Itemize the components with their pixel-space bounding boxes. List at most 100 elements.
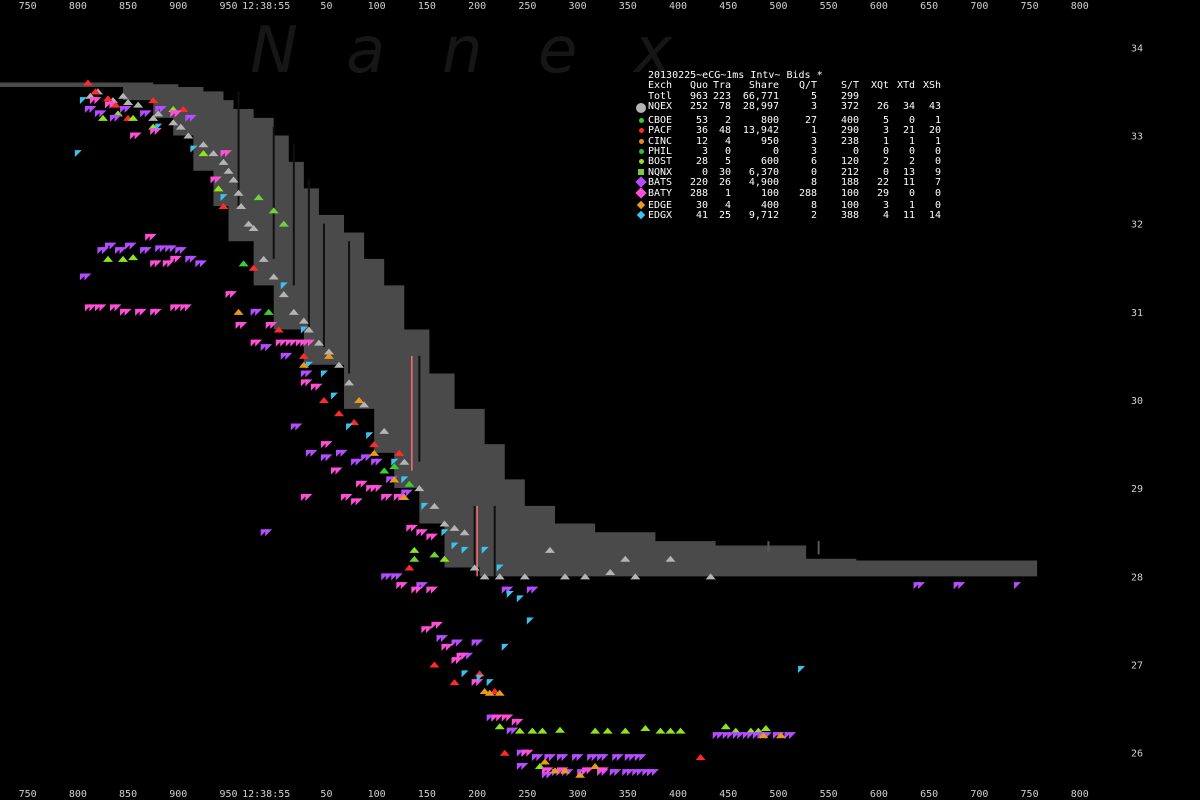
quote-mark <box>409 555 420 562</box>
quote-mark <box>409 546 420 553</box>
y-tick-label: 28 <box>1131 572 1143 583</box>
exchange-row-nqnx: NQNX 0 30 6,370 0 212 0 13 9 <box>634 167 941 178</box>
quote-mark <box>616 754 624 762</box>
exchange-symbol-icon <box>635 187 647 199</box>
quote-mark <box>265 344 273 352</box>
xtd-value: 11 <box>902 209 915 221</box>
quote-mark <box>590 762 601 769</box>
x-tick-label: 150 <box>418 789 436 800</box>
quote-mark <box>355 498 363 506</box>
x-tick-label: 650 <box>920 1 938 12</box>
quote-mark <box>521 762 529 770</box>
quote-mark <box>494 723 505 730</box>
xqt-value: 29 <box>876 188 889 200</box>
quote-mark <box>445 643 453 651</box>
x-tick-label: 800 <box>1071 789 1089 800</box>
share-count: 950 <box>760 135 779 147</box>
exchange-name: EDGX <box>648 209 673 221</box>
time-marker-label: 12:38:55 <box>242 1 290 12</box>
quote-mark <box>285 352 293 360</box>
x-tick-label: 450 <box>719 789 737 800</box>
quote-mark <box>576 754 584 762</box>
quote-mark <box>154 308 162 316</box>
y-tick-label: 30 <box>1131 396 1143 407</box>
quote-mark <box>305 494 313 501</box>
quote-per-trade: 288 <box>798 188 817 200</box>
exchange-symbol-icon <box>638 118 644 124</box>
quote-mark <box>395 573 403 581</box>
x-tick-label: 350 <box>619 789 637 800</box>
x-tick-label: 900 <box>169 1 187 12</box>
quote-mark <box>305 370 313 378</box>
exchange-rows: NQEX 252 78 28,997 3 372 26 34 43 CBOE 53 2 800 27 400… <box>634 100 941 221</box>
quote-mark <box>179 247 187 255</box>
quote-mark <box>174 255 182 263</box>
quote-mark <box>99 304 107 312</box>
header-xtd: XTd <box>896 80 915 92</box>
x-axis-top: 750 800 850 900 950 12:38:55 50 100 150 200 250 300… <box>19 1 1089 12</box>
quote-mark <box>539 758 550 765</box>
quote-mark <box>499 749 510 756</box>
x-tick-label: 400 <box>669 789 687 800</box>
x-tick-label: 50 <box>320 1 332 12</box>
share-per-trade: 372 <box>840 100 859 112</box>
quote-mark <box>310 449 318 457</box>
share-count: 100 <box>760 188 779 200</box>
exchange-row-cinc: CINC 12 4 950 3 238 1 1 1 <box>634 135 941 147</box>
x-tick-label: 850 <box>119 789 137 800</box>
y-tick-label: 26 <box>1131 749 1143 760</box>
exchange-symbol-icon <box>638 128 644 134</box>
xtd-value: 34 <box>902 100 915 112</box>
watermark-letter: N <box>250 14 324 88</box>
quote-mark <box>346 423 354 431</box>
quote-mark <box>655 727 666 734</box>
quote-mark <box>315 383 323 391</box>
quote-mark <box>526 617 534 625</box>
quote-per-trade: 2 <box>810 209 817 221</box>
quote-mark <box>335 467 343 475</box>
quote-mark <box>695 754 706 761</box>
quote-mark <box>429 661 440 668</box>
x-tick-label: 950 <box>219 1 237 12</box>
share-per-trade: 100 <box>840 188 859 200</box>
quote-mark <box>486 679 494 687</box>
quote-mark <box>602 727 613 734</box>
x-tick-label: 750 <box>1021 789 1039 800</box>
quote-mark <box>516 718 524 726</box>
quote-mark <box>94 97 102 105</box>
x-tick-label: 450 <box>719 1 737 12</box>
quote-mark <box>84 273 92 281</box>
quote-mark <box>124 308 132 316</box>
quote-mark <box>1014 582 1022 590</box>
x-tick-label: 300 <box>569 1 587 12</box>
quote-mark <box>379 467 390 474</box>
exchange-name: NQEX <box>648 100 673 112</box>
quote-mark <box>527 727 538 734</box>
quote-mark <box>675 727 686 734</box>
quote-mark <box>375 485 383 493</box>
exchange-symbol-icon <box>638 149 644 155</box>
quote-mark <box>449 679 460 686</box>
x-tick-label: 800 <box>69 789 87 800</box>
x-tick-label: 200 <box>468 1 486 12</box>
exchange-row-pacf: PACF 36 48 13,942 1 290 3 21 20 <box>634 126 941 136</box>
quote-mark <box>429 551 440 558</box>
quote-mark <box>340 449 348 457</box>
header-xsh: XSh <box>922 80 941 92</box>
quote-mark <box>601 754 609 762</box>
exchange-symbol-icon <box>638 159 644 165</box>
header-xqt: XQt <box>870 80 889 92</box>
exchange-symbol-icon <box>638 168 644 175</box>
y-axis-right: 26 27 28 29 30 31 32 33 34 <box>1131 43 1143 759</box>
x-tick-label: 500 <box>769 789 787 800</box>
x-tick-label: 650 <box>920 789 938 800</box>
quote-mark <box>798 665 806 673</box>
quote-mark <box>128 254 139 261</box>
quote-mark <box>506 591 514 598</box>
x-tick-label: 150 <box>418 1 436 12</box>
quote-mark <box>640 725 651 732</box>
quote-mark <box>366 432 374 440</box>
trade-count: 1 <box>724 188 731 200</box>
xqt-value: 26 <box>876 100 889 112</box>
quote-mark <box>536 754 544 762</box>
